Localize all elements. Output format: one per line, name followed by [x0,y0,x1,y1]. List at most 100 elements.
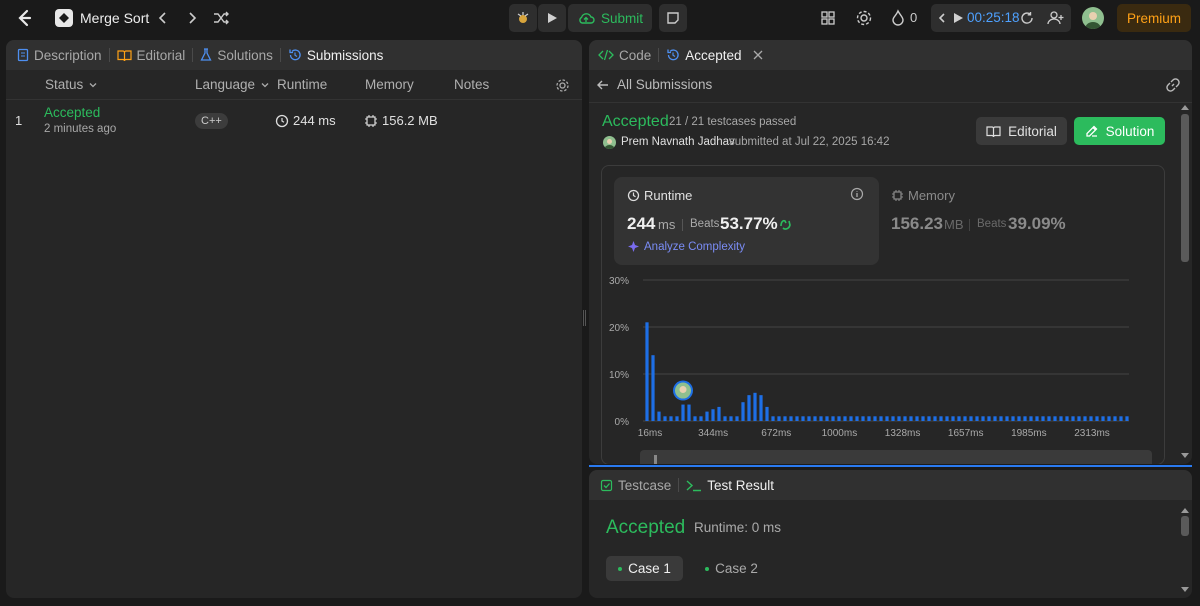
distribution-bar[interactable] [903,416,907,421]
scroll-up-arrow-icon[interactable] [1180,506,1190,514]
chevron-right-icon[interactable] [184,10,200,26]
distribution-bar[interactable] [669,416,673,421]
distribution-bar[interactable] [963,416,967,421]
settings-gear-icon[interactable] [855,9,873,27]
premium-button[interactable]: Premium [1117,4,1191,32]
user-avatar[interactable] [1082,7,1104,29]
bottom-scrollbar-thumb[interactable] [1181,516,1189,536]
tab-testcase[interactable]: Testcase [600,470,671,500]
leetcode-logo-icon[interactable] [14,8,34,28]
distribution-bar[interactable] [831,416,835,421]
distribution-bar[interactable] [879,416,883,421]
distribution-bar[interactable] [999,416,1003,421]
distribution-bar[interactable] [849,416,853,421]
distribution-bar[interactable] [921,416,925,421]
distribution-bar[interactable] [1053,416,1057,421]
layout-icon[interactable] [820,10,836,26]
distribution-bar[interactable] [993,416,997,421]
tab-solutions[interactable]: Solutions [200,40,273,70]
memory-card[interactable]: Memory 156.23 MB Beats 39.09% [878,177,1143,265]
distribution-bar[interactable] [777,416,781,421]
distribution-bar[interactable] [1047,416,1051,421]
distribution-bar[interactable] [975,416,979,421]
distribution-bar[interactable] [1071,416,1075,421]
distribution-bar[interactable] [711,409,715,421]
distribution-bar[interactable] [1125,416,1129,421]
distribution-bar[interactable] [729,416,733,421]
distribution-bar[interactable] [735,416,739,421]
distribution-bar[interactable] [1011,416,1015,421]
tab-editorial[interactable]: Editorial [116,40,185,70]
distribution-bar[interactable] [813,416,817,421]
distribution-bar[interactable] [837,416,841,421]
tab-accepted[interactable]: Accepted [666,40,764,70]
distribution-bar[interactable] [795,416,799,421]
column-language[interactable]: Language [195,77,271,92]
panel-resize-handle[interactable] [583,310,586,326]
editorial-button[interactable]: Editorial [976,117,1067,145]
distribution-bar[interactable] [657,411,661,421]
add-user-icon[interactable] [1047,10,1065,26]
distribution-bar[interactable] [1017,416,1021,421]
distribution-bar[interactable] [717,406,721,421]
distribution-bar[interactable] [663,416,667,421]
streak-fire-icon[interactable] [890,9,906,27]
tab-description[interactable]: Description [17,40,102,70]
close-icon[interactable] [751,48,765,62]
distribution-bar[interactable] [807,416,811,421]
distribution-bar[interactable] [1107,416,1111,421]
distribution-bar[interactable] [945,416,949,421]
distribution-bar[interactable] [939,416,943,421]
chevron-left-icon[interactable] [155,10,171,26]
case-2-tab[interactable]: Case 2 [693,556,770,581]
distribution-bar[interactable] [1035,416,1039,421]
table-settings-gear-icon[interactable] [555,78,570,93]
distribution-bar[interactable] [651,355,655,421]
distribution-bar[interactable] [915,416,919,421]
distribution-bar[interactable] [705,411,709,421]
distribution-bar[interactable] [819,416,823,421]
distribution-bar[interactable] [885,416,889,421]
timer-play-icon[interactable] [952,11,964,25]
distribution-bar[interactable] [687,404,691,421]
distribution-bar[interactable] [1089,416,1093,421]
tab-submissions[interactable]: Submissions [288,40,383,70]
column-status[interactable]: Status [45,77,99,92]
tab-code[interactable]: Code [598,40,651,70]
horizontal-resize-bar[interactable] [589,465,1192,467]
distribution-bar[interactable] [753,392,757,421]
distribution-bar[interactable] [957,416,961,421]
your-submission-avatar-marker[interactable] [673,380,693,401]
solution-button[interactable]: Solution [1074,117,1165,145]
distribution-bar[interactable] [909,416,913,421]
distribution-bar[interactable] [681,404,685,421]
scroll-down-arrow-icon[interactable] [1180,586,1190,594]
distribution-bar[interactable] [1101,416,1105,421]
distribution-bar[interactable] [783,416,787,421]
submit-button[interactable]: Submit [568,4,652,32]
distribution-bar[interactable] [867,416,871,421]
chart-scrollbar[interactable] [640,450,1152,464]
problem-title[interactable]: Merge Sort [80,10,149,26]
tab-test-result[interactable]: Test Result [686,470,774,500]
back-arrow-icon[interactable] [595,77,611,93]
distribution-bar[interactable] [987,416,991,421]
distribution-bar[interactable] [1041,416,1045,421]
distribution-bar[interactable] [801,416,805,421]
distribution-bar[interactable] [675,416,679,421]
timer-collapse-chevron-icon[interactable] [935,10,949,26]
shuffle-icon[interactable] [212,10,230,26]
distribution-bar[interactable] [1077,416,1081,421]
run-button[interactable] [538,4,566,32]
distribution-bar[interactable] [723,416,727,421]
timer-reset-icon[interactable] [1019,10,1035,26]
notes-button[interactable] [659,4,687,32]
debug-button[interactable] [509,4,537,32]
distribution-bar[interactable] [699,416,703,421]
distribution-bar[interactable] [1059,416,1063,421]
distribution-bar[interactable] [897,416,901,421]
distribution-bar[interactable] [981,416,985,421]
row-status[interactable]: Accepted [44,105,100,120]
right-scrollbar-thumb[interactable] [1181,114,1189,262]
distribution-bar[interactable] [693,416,697,421]
